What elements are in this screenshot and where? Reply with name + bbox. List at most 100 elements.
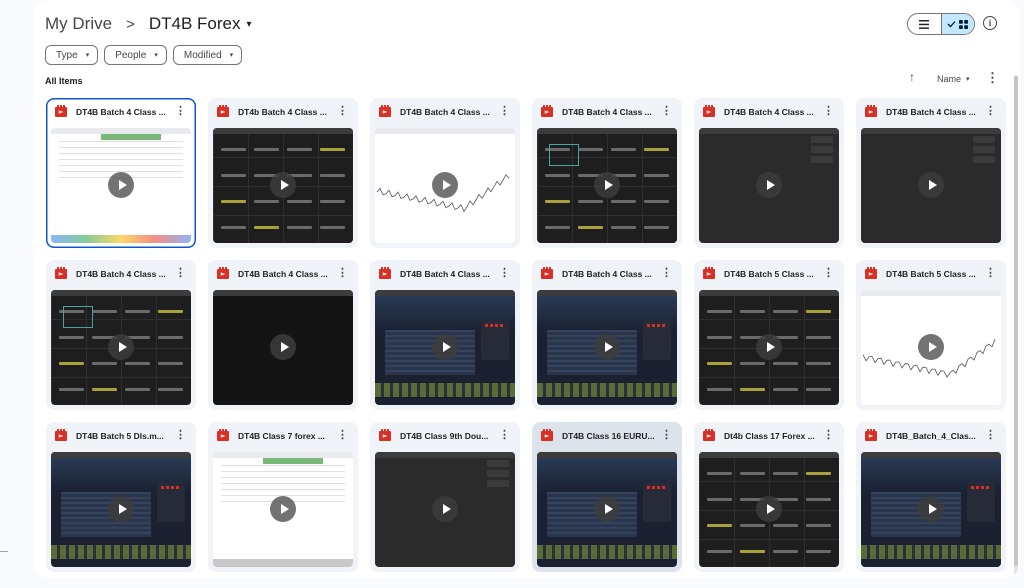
file-card[interactable]: DT4b Batch 4 Class ... ⋮	[208, 98, 358, 248]
file-title: DT4B Batch 4 Class ...	[238, 269, 328, 279]
video-thumbnail[interactable]	[51, 452, 191, 567]
file-card-header: DT4B Class 9th Dou...	[370, 422, 520, 450]
play-icon[interactable]	[918, 172, 944, 198]
play-icon[interactable]	[270, 172, 296, 198]
thumbnail-top-bar	[861, 128, 1001, 134]
file-card[interactable]: DT4B Batch 4 Class ... ⋮	[370, 98, 520, 248]
file-card[interactable]: DT4B Batch 4 Class ... ⋮	[856, 98, 1006, 248]
file-card-header: DT4B Class 7 forex ...	[208, 422, 358, 450]
more-options-icon[interactable]: ⋮	[986, 70, 999, 86]
more-actions-icon[interactable]: ⋮	[823, 429, 834, 441]
play-icon[interactable]	[756, 496, 782, 522]
breadcrumb-my-drive[interactable]: My Drive	[45, 14, 112, 34]
more-actions-icon[interactable]: ⋮	[985, 267, 996, 279]
list-icon	[919, 19, 930, 29]
video-thumbnail[interactable]	[537, 290, 677, 405]
info-icon[interactable]: i	[983, 16, 997, 30]
file-card[interactable]: DT4B Batch 5 Class ... ⋮	[694, 260, 844, 410]
play-icon[interactable]	[432, 496, 458, 522]
more-actions-icon[interactable]: ⋮	[499, 429, 510, 441]
video-thumbnail[interactable]	[213, 290, 353, 405]
video-thumbnail[interactable]	[699, 128, 839, 243]
video-file-icon	[55, 267, 67, 279]
list-view-button[interactable]	[908, 14, 941, 34]
play-icon[interactable]	[918, 496, 944, 522]
section-label: All Items	[45, 76, 83, 86]
play-icon[interactable]	[432, 172, 458, 198]
play-icon[interactable]	[108, 172, 134, 198]
more-actions-icon[interactable]: ⋮	[499, 267, 510, 279]
video-thumbnail[interactable]	[861, 290, 1001, 405]
video-thumbnail[interactable]	[699, 452, 839, 567]
video-thumbnail[interactable]	[375, 452, 515, 567]
video-thumbnail[interactable]	[213, 452, 353, 567]
play-icon[interactable]	[594, 172, 620, 198]
more-actions-icon[interactable]: ⋮	[175, 267, 186, 279]
more-actions-icon[interactable]: ⋮	[823, 267, 834, 279]
file-card[interactable]: DT4B Batch 5 Dls.m... ⋮	[46, 422, 196, 572]
file-card[interactable]: DT4B Class 16 EURU... ⋮	[532, 422, 682, 572]
file-card[interactable]: DT4B Batch 5 Class ... ⋮	[856, 260, 1006, 410]
video-thumbnail[interactable]	[861, 128, 1001, 243]
video-thumbnail[interactable]	[375, 290, 515, 405]
video-thumbnail[interactable]	[699, 290, 839, 405]
more-actions-icon[interactable]: ⋮	[661, 105, 672, 117]
play-icon[interactable]	[270, 334, 296, 360]
file-card[interactable]: DT4B Batch 4 Class ... ⋮	[694, 98, 844, 248]
video-thumbnail[interactable]	[213, 128, 353, 243]
more-actions-icon[interactable]: ⋮	[175, 105, 186, 117]
thumbnail-top-bar	[213, 290, 353, 296]
play-icon[interactable]	[594, 334, 620, 360]
grid-icon	[959, 19, 969, 29]
play-icon[interactable]	[108, 334, 134, 360]
more-actions-icon[interactable]: ⋮	[337, 429, 348, 441]
more-actions-icon[interactable]: ⋮	[337, 267, 348, 279]
play-icon[interactable]	[270, 496, 296, 522]
video-file-icon	[217, 267, 229, 279]
file-card[interactable]: DT4B Batch 4 Class ... ⋮	[46, 98, 196, 248]
more-actions-icon[interactable]: ⋮	[337, 105, 348, 117]
video-thumbnail[interactable]	[51, 128, 191, 243]
folder-name: DT4B Forex	[148, 14, 241, 33]
file-card[interactable]: DT4B Batch 4 Class ... ⋮	[46, 260, 196, 410]
video-thumbnail[interactable]	[537, 452, 677, 567]
sort-by-name-button[interactable]: Name ▾	[937, 74, 970, 84]
breadcrumb-current-folder[interactable]: DT4B Forex ▾	[149, 14, 252, 34]
play-icon[interactable]	[756, 172, 782, 198]
play-icon[interactable]	[432, 334, 458, 360]
play-icon[interactable]	[594, 496, 620, 522]
file-card[interactable]: DT4B_Batch_4_Clas... ⋮	[856, 422, 1006, 572]
video-thumbnail[interactable]	[861, 452, 1001, 567]
more-actions-icon[interactable]: ⋮	[499, 105, 510, 117]
video-file-icon	[865, 105, 877, 117]
more-actions-icon[interactable]: ⋮	[985, 429, 996, 441]
play-icon[interactable]	[108, 496, 134, 522]
file-card[interactable]: DT4B Batch 4 Class ... ⋮	[532, 260, 682, 410]
more-actions-icon[interactable]: ⋮	[823, 105, 834, 117]
play-icon[interactable]	[918, 334, 944, 360]
filter-type[interactable]: Type ▾	[45, 45, 99, 65]
video-thumbnail[interactable]	[51, 290, 191, 405]
thumbnail-participant-list	[973, 136, 995, 166]
file-card[interactable]: DT4B Batch 4 Class ... ⋮	[532, 98, 682, 248]
file-card[interactable]: DT4B Class 7 forex ... ⋮	[208, 422, 358, 572]
thumbnail-top-bar	[375, 452, 515, 458]
file-card[interactable]: DT4B Batch 4 Class ... ⋮	[370, 260, 520, 410]
video-thumbnail[interactable]	[537, 128, 677, 243]
sort-direction-button[interactable]: ↑	[909, 70, 915, 84]
scrollbar-thumb[interactable]	[1014, 76, 1018, 566]
more-actions-icon[interactable]: ⋮	[661, 267, 672, 279]
file-card[interactable]: Dt4b Class 17 Forex ... ⋮	[694, 422, 844, 572]
video-thumbnail[interactable]	[375, 128, 515, 243]
file-card[interactable]: DT4B Batch 4 Class ... ⋮	[208, 260, 358, 410]
thumbnail-top-bar	[699, 128, 839, 134]
more-actions-icon[interactable]: ⋮	[985, 105, 996, 117]
more-actions-icon[interactable]: ⋮	[175, 429, 186, 441]
filter-people[interactable]: People ▾	[104, 45, 167, 65]
more-actions-icon[interactable]: ⋮	[661, 429, 672, 441]
grid-view-button[interactable]	[940, 14, 974, 34]
file-card[interactable]: DT4B Class 9th Dou... ⋮	[370, 422, 520, 572]
filter-modified[interactable]: Modified ▾	[172, 45, 243, 65]
play-icon[interactable]	[756, 334, 782, 360]
view-toggle	[907, 13, 975, 35]
